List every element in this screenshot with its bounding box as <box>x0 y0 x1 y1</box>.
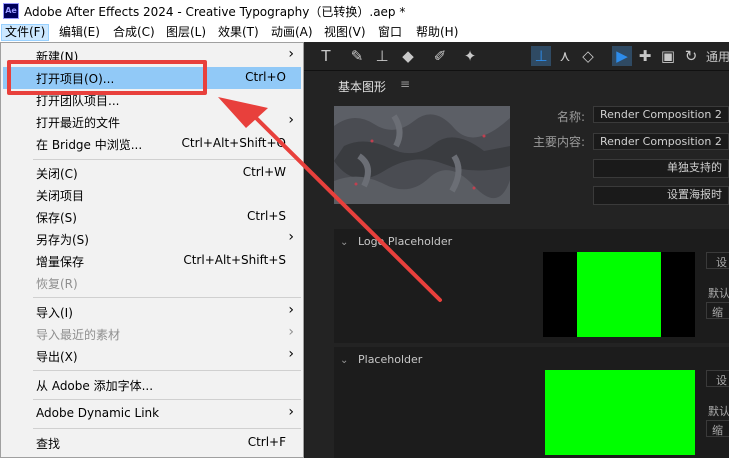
submenu-arrow-icon: › <box>288 404 294 420</box>
composition-thumbnail <box>334 106 510 204</box>
panel-divider <box>305 72 325 458</box>
menu-item-close-project[interactable]: 关闭项目 <box>3 184 301 206</box>
menu-layer[interactable]: 图层(L) <box>163 24 209 41</box>
menu-item-export[interactable]: 导出(X) › <box>3 345 301 367</box>
snap-axis-icon[interactable]: ⊥ <box>531 46 551 66</box>
submenu-arrow-icon: › <box>288 346 294 362</box>
menu-edit[interactable]: 编辑(E) <box>56 24 103 41</box>
menu-separator <box>33 297 301 298</box>
type-tool-icon[interactable]: T <box>316 46 336 66</box>
menu-item-add-fonts-from-adobe[interactable]: 从 Adobe 添加字体... <box>3 374 301 396</box>
panel-tab-essential-graphics[interactable]: 基本图形 <box>338 78 386 95</box>
section-header-logo-placeholder[interactable]: ⌄ Logo Placeholder <box>340 235 452 248</box>
view-axis-icon[interactable]: ◇ <box>578 46 598 66</box>
menu-item-revert: 恢复(R) <box>36 277 78 291</box>
workspace-label[interactable]: 通用 <box>706 48 729 65</box>
logo-placeholder-green-fill <box>577 252 661 337</box>
menu-view[interactable]: 视图(V) <box>321 24 369 41</box>
menu-item-close[interactable]: 关闭(C) Ctrl+W <box>3 162 301 184</box>
hand-tool-icon[interactable]: ✚ <box>635 46 655 66</box>
eraser-tool-icon[interactable]: ◆ <box>398 46 418 66</box>
menu-composition[interactable]: 合成(C) <box>110 24 158 41</box>
title-bar: Ae Adobe After Effects 2024 - Creative T… <box>0 0 729 22</box>
name-label: 名称: <box>556 110 585 124</box>
placeholder-preview <box>545 370 695 455</box>
menu-separator <box>33 428 301 429</box>
menu-separator <box>33 399 301 400</box>
menu-item-open-recent[interactable]: 打开最近的文件 › <box>3 111 301 133</box>
submenu-arrow-icon: › <box>288 112 294 128</box>
menu-item-save-as[interactable]: 另存为(S) › <box>3 228 301 250</box>
logo-placeholder-section: ⌄ Logo Placeholder 设 默认 缩 <box>334 229 729 343</box>
menu-separator <box>33 159 301 160</box>
logo-placeholder-preview <box>543 252 695 337</box>
menu-animation[interactable]: 动画(A) <box>268 24 316 41</box>
world-axis-icon[interactable]: ⋏ <box>555 46 575 66</box>
menu-help[interactable]: 帮助(H) <box>413 24 461 41</box>
roto-brush-tool-icon[interactable]: ✐ <box>430 46 450 66</box>
placeholder-default-label: 默认 <box>708 405 729 418</box>
logo-default-label: 默认 <box>708 287 729 300</box>
file-menu-dropdown: 新建(N) › 打开项目(O)... Ctrl+O 打开团队项目... 打开最近的文… <box>0 42 304 458</box>
annotation-highlight-box <box>7 60 207 95</box>
panel-menu-icon[interactable]: ≡ <box>400 77 410 91</box>
menu-window[interactable]: 窗口 <box>375 24 405 41</box>
primary-property-dropdown[interactable]: Render Composition 2 <box>593 133 729 150</box>
pan-behind-tool-icon[interactable]: ▣ <box>658 46 678 66</box>
submenu-arrow-icon: › <box>288 324 294 340</box>
selection-tool-icon[interactable]: ▶ <box>612 46 632 66</box>
puppet-pin-tool-icon[interactable]: ✦ <box>460 46 480 66</box>
section-header-placeholder[interactable]: ⌄ Placeholder <box>340 353 422 366</box>
menu-item-import[interactable]: 导入(I) › <box>3 301 301 323</box>
brush-tool-icon[interactable]: ✎ <box>347 46 367 66</box>
clone-stamp-tool-icon[interactable]: ⊥ <box>372 46 392 66</box>
submenu-arrow-icon: › <box>288 46 294 62</box>
chevron-down-icon[interactable]: ⌄ <box>340 355 358 366</box>
placeholder-set-label: 设 <box>716 374 727 387</box>
menu-item-save[interactable]: 保存(S) Ctrl+S <box>3 206 301 228</box>
logo-scale-label: 缩 <box>712 306 723 319</box>
menu-effect[interactable]: 效果(T) <box>215 24 262 41</box>
menu-bar: 文件(F) 编辑(E) 合成(C) 图层(L) 效果(T) 动画(A) 视图(V… <box>0 22 729 42</box>
menu-item-import-recent-footage: 导入最近的素材 › <box>36 324 294 342</box>
placeholder-section: ⌄ Placeholder 设 默认 缩 <box>334 347 729 458</box>
placeholder-scale-label: 缩 <box>712 424 723 437</box>
rotation-tool-icon[interactable]: ↻ <box>681 46 701 66</box>
solo-supported-properties-button[interactable]: 单独支持的 <box>593 159 729 178</box>
set-poster-time-button[interactable]: 设置海报时 <box>593 186 729 205</box>
primary-property-label: 主要内容: <box>532 135 585 149</box>
after-effects-app-icon: Ae <box>3 3 19 19</box>
submenu-arrow-icon: › <box>288 302 294 318</box>
name-field[interactable]: Render Composition 2 <box>593 106 729 123</box>
menu-separator <box>33 370 301 371</box>
logo-set-label: 设 <box>716 256 727 269</box>
window-title: Adobe After Effects 2024 - Creative Typo… <box>24 5 406 19</box>
essential-graphics-panel: 基本图形 ≡ 名称: Render Composition 2 主要内容: Re… <box>325 72 729 458</box>
menu-file[interactable]: 文件(F) <box>1 24 50 41</box>
submenu-arrow-icon: › <box>288 229 294 245</box>
menu-item-find[interactable]: 查找 Ctrl+F <box>3 432 301 454</box>
menu-item-increment-save[interactable]: 增量保存 Ctrl+Alt+Shift+S <box>3 250 301 272</box>
chevron-down-icon[interactable]: ⌄ <box>340 237 358 248</box>
menu-item-adobe-dynamic-link[interactable]: Adobe Dynamic Link › <box>3 403 301 425</box>
menu-item-browse-in-bridge[interactable]: 在 Bridge 中浏览... Ctrl+Alt+Shift+O <box>3 133 301 155</box>
